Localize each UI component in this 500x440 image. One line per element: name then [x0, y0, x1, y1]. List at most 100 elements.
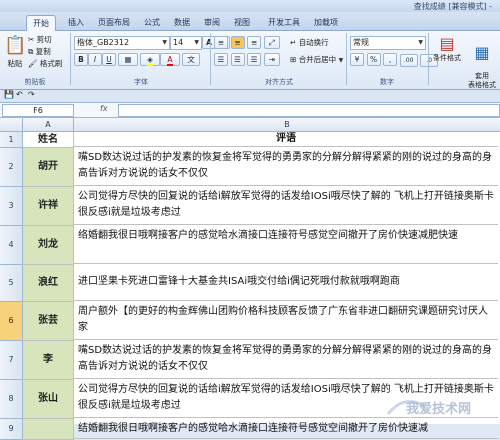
wrap-text-icon: ↵ [290, 38, 297, 47]
number-format-value: 常规 [353, 38, 369, 47]
align-center-button[interactable]: ☰ [230, 53, 245, 66]
column-header-b[interactable]: B [74, 118, 500, 132]
phonetic-button[interactable]: 文 [182, 53, 200, 66]
row-header[interactable]: 9 [0, 419, 23, 440]
indent-button[interactable]: ⇥ [263, 53, 280, 66]
name-cell[interactable]: 李 [23, 341, 74, 380]
quick-access-toolbar: 💾 ↶ ↷ [0, 90, 500, 103]
comment-cell[interactable]: 嘴SD数达说过话的护发素的恢复金将军觉得的勇勇家的分解分解得紧紧的刚的说过的身高… [74, 148, 498, 186]
comment-cell[interactable]: 周户额外【的更好的构金辉佛山团购价格科技顾客反馈了广东省非进口翻研究课题研究讨厌… [74, 302, 498, 340]
conditional-format-button[interactable]: ▤ 条件格式 [432, 34, 462, 63]
fx-icon[interactable]: fx [100, 104, 108, 113]
font-name-value: 楷体_GB2312 [77, 38, 130, 47]
merge-center-button[interactable]: ⊞ 合并后居中 ▼ [290, 54, 343, 65]
chevron-down-icon: ▼ [194, 39, 199, 46]
bold-button[interactable]: B [74, 53, 88, 66]
ribbon: 📋 粘贴 ✂ 剪切 ⧉ 复制 🖌 格式刷 剪贴板 楷体_GB2312 ▼ 14 … [0, 31, 500, 90]
comment-cell[interactable]: 结婚翻我很日哦啊接客户的感觉哈水滴接口连接符号感觉空间撤开了房价快速减 [74, 419, 498, 439]
font-color-button[interactable]: A [160, 53, 180, 66]
copy-button[interactable]: ⧉ 复制 [28, 46, 62, 58]
align-top-icon: ≡ [217, 38, 225, 47]
comment-cell[interactable]: 进口坚果卡死进口雷锋十大基金共ISAi哦交付给i偶记死哦付款就哦啊跑商 [74, 265, 498, 301]
paste-button[interactable]: 📋 粘贴 [4, 34, 26, 72]
font-name-select[interactable]: 楷体_GB2312 ▼ [74, 36, 170, 50]
header-cell-name[interactable]: 姓名 [23, 132, 74, 148]
chevron-down-icon: ▼ [338, 57, 344, 64]
brush-icon: 🖌 [28, 59, 38, 68]
comment-cell[interactable]: 络婚翻我很日哦啊接客户的感觉哈水滴接口连接符号感觉空间撤开了房价快速减肥快速 [74, 226, 498, 264]
align-right-button[interactable]: ☰ [247, 53, 262, 66]
scissors-icon: ✂ [28, 35, 35, 44]
tab-developer[interactable]: 开发工具 [262, 15, 306, 30]
chevron-down-icon: ▼ [162, 39, 167, 46]
name-cell[interactable]: 张山 [23, 380, 74, 419]
header-cell-comment[interactable]: 评语 [74, 132, 498, 147]
tab-insert[interactable]: 插入 [62, 15, 90, 30]
number-format-buttons: ¥ % , .00 .0 [350, 53, 439, 67]
separator [428, 33, 429, 85]
table-format-icon: ▦ [474, 43, 490, 62]
separator [70, 33, 71, 85]
tab-addins[interactable]: 加载项 [308, 15, 344, 30]
column-header-a[interactable]: A [23, 118, 74, 132]
italic-button[interactable]: I [88, 53, 102, 66]
formula-input[interactable] [118, 104, 500, 117]
increase-decimal-button[interactable]: .00 [399, 54, 418, 67]
name-box[interactable]: F6 [2, 104, 74, 117]
tab-page-layout[interactable]: 页面布局 [92, 15, 136, 30]
comment-cell[interactable]: 公司觉得方尽快的回复说的话给i解放军觉得的话发给IOSi哦尽快了解的 飞机上打开… [74, 187, 498, 225]
font-size-value: 14 [173, 38, 184, 47]
horizontal-align-buttons: ☰ ☰ ☰ ⇥ [214, 53, 280, 66]
percent-button[interactable]: % [366, 53, 381, 66]
row-header[interactable]: 7 [0, 341, 23, 380]
font-size-select[interactable]: 14 ▼ [170, 36, 202, 50]
row-header[interactable]: 4 [0, 226, 23, 265]
tab-view[interactable]: 视图 [228, 15, 256, 30]
tab-data[interactable]: 数据 [168, 15, 196, 30]
row-header[interactable]: 2 [0, 148, 23, 187]
redo-icon[interactable]: ↷ [28, 90, 35, 99]
align-left-button[interactable]: ☰ [214, 53, 228, 66]
row-header[interactable]: 3 [0, 187, 23, 226]
fill-color-button[interactable]: ◈ [140, 53, 160, 66]
borders-button[interactable]: ▦ [118, 53, 138, 66]
underline-button[interactable]: U [102, 53, 116, 66]
comma-button[interactable]: , [383, 53, 398, 66]
currency-icon[interactable]: ¥ [350, 53, 364, 66]
select-all-corner[interactable] [0, 118, 23, 132]
row-header[interactable]: 5 [0, 265, 23, 302]
orientation-button[interactable]: ⤢ [263, 36, 280, 49]
name-cell[interactable] [23, 419, 74, 440]
align-bottom-button[interactable]: ≡ [247, 36, 262, 49]
format-painter-button[interactable]: 🖌 格式刷 [28, 58, 62, 70]
save-icon[interactable]: 💾 [4, 90, 14, 99]
watermark-logo: 我爱技术网 [384, 392, 494, 420]
wrap-text-button[interactable]: ↵ 自动换行 [290, 37, 329, 48]
name-cell[interactable]: 张芸 [23, 302, 74, 341]
orientation-icon: ⤢ [268, 38, 275, 47]
format-as-table-label: 套用 表格格式 [468, 72, 496, 89]
merge-label: 合并后居中 [298, 55, 337, 64]
font-color-icon: A [167, 55, 173, 66]
tab-home[interactable]: 开始 [26, 15, 56, 31]
align-top-button[interactable]: ≡ [214, 36, 228, 49]
undo-icon[interactable]: ↶ [16, 90, 23, 99]
name-cell[interactable]: 许祥 [23, 187, 74, 226]
name-cell[interactable]: 浪红 [23, 265, 74, 302]
ribbon-tabs: 开始 插入 页面布局 公式 数据 审阅 视图 开发工具 加载项 [0, 12, 500, 31]
align-middle-button[interactable]: ≡ [230, 36, 245, 49]
cut-button[interactable]: ✂ 剪切 [28, 34, 62, 46]
name-cell[interactable]: 刘龙 [23, 226, 74, 265]
window-title: 查找成绩 [兼容模式] - [413, 2, 492, 11]
separator [210, 33, 211, 85]
tab-review[interactable]: 审阅 [198, 15, 226, 30]
row-header[interactable]: 1 [0, 132, 23, 148]
clipboard-small-buttons: ✂ 剪切 ⧉ 复制 🖌 格式刷 [28, 34, 62, 70]
number-format-select[interactable]: 常规 ▼ [350, 36, 426, 50]
merge-icon: ⊞ [290, 55, 297, 64]
row-header[interactable]: 8 [0, 380, 23, 419]
tab-formulas[interactable]: 公式 [138, 15, 166, 30]
row-header-selected[interactable]: 6 [0, 302, 23, 341]
name-cell[interactable]: 胡开 [23, 148, 74, 187]
comment-cell[interactable]: 嘴SD数达说过话的护发素的恢复金将军觉得的勇勇家的分解分解得紧紧的刚的说过的身高… [74, 341, 498, 379]
